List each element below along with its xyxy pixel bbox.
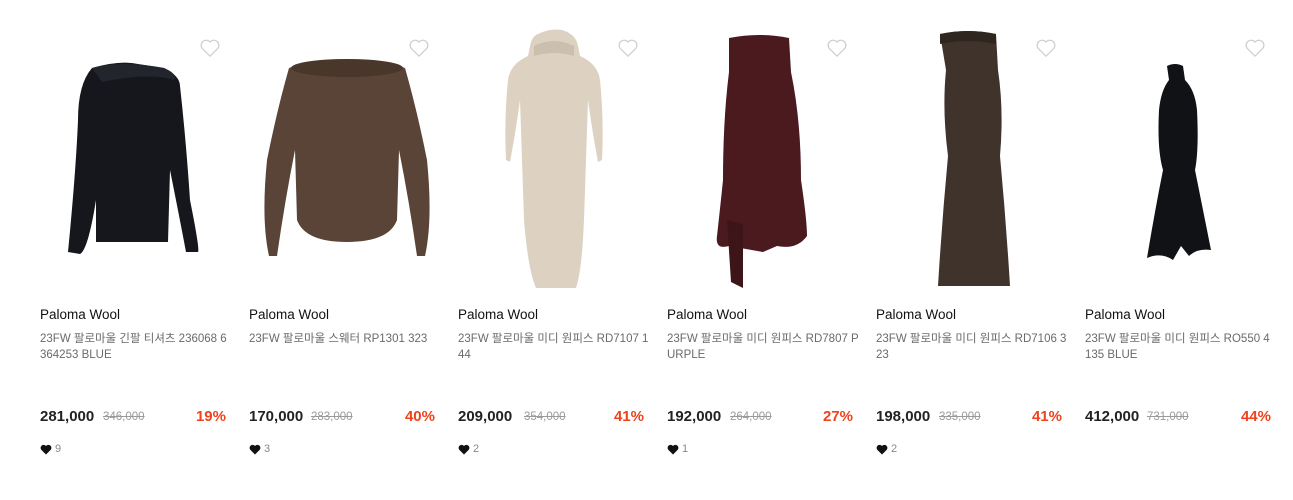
heart-filled-icon [249, 444, 261, 455]
product-card[interactable]: Paloma Wool 23FW 팔로마울 스웨터 RP1301 323 170… [249, 0, 445, 500]
sale-price: 170,000 [249, 408, 304, 425]
sale-price: 209,000 [458, 408, 513, 425]
product-name[interactable]: 23FW 팔로마울 스웨터 RP1301 323 [249, 331, 441, 347]
price-row: 192,000 264,000 27% [667, 406, 853, 428]
discount-rate: 40% [404, 408, 435, 425]
heart-outline-icon[interactable] [826, 38, 848, 58]
original-price: 731,000 [1147, 411, 1189, 423]
original-price: 354,000 [524, 411, 566, 423]
heart-outline-icon[interactable] [617, 38, 639, 58]
price-row: 209,000 354,000 41% [458, 406, 644, 428]
price-row: 281,000 346,000 19% [40, 406, 226, 428]
like-count-value: 9 [55, 443, 62, 455]
product-brand[interactable]: Paloma Wool [876, 307, 956, 322]
product-image[interactable] [458, 20, 654, 300]
sale-price: 412,000 [1085, 408, 1140, 425]
product-image[interactable] [1085, 20, 1281, 300]
original-price: 346,000 [103, 411, 145, 423]
product-brand[interactable]: Paloma Wool [249, 307, 329, 322]
product-card[interactable]: Paloma Wool 23FW 팔로마울 긴팔 티셔츠 236068 6364… [40, 0, 236, 500]
product-grid: Paloma Wool 23FW 팔로마울 긴팔 티셔츠 236068 6364… [0, 0, 1293, 500]
product-name[interactable]: 23FW 팔로마울 긴팔 티셔츠 236068 6364253 BLUE [40, 331, 232, 363]
discount-rate: 41% [1031, 408, 1062, 425]
original-price: 335,000 [939, 411, 981, 423]
price-row: 170,000 283,000 40% [249, 406, 435, 428]
discount-rate: 27% [822, 408, 853, 425]
heart-filled-icon [458, 444, 470, 455]
product-image[interactable] [876, 20, 1072, 300]
product-name[interactable]: 23FW 팔로마울 미디 원피스 RO550 4 135 BLUE [1085, 331, 1277, 363]
product-card[interactable]: Paloma Wool 23FW 팔로마울 미디 원피스 RD7107 144 … [458, 0, 654, 500]
product-card[interactable]: Paloma Wool 23FW 팔로마울 미디 원피스 RO550 4 135… [1085, 0, 1281, 500]
price-row: 412,000 731,000 44% [1085, 406, 1271, 428]
product-card[interactable]: Paloma Wool 23FW 팔로마울 미디 원피스 RD7106 323 … [876, 0, 1072, 500]
like-count-value: 2 [891, 443, 898, 455]
sale-price: 198,000 [876, 408, 931, 425]
product-name[interactable]: 23FW 팔로마울 미디 원피스 RD7106 323 [876, 331, 1068, 363]
heart-filled-icon [876, 444, 888, 455]
price-row: 198,000 335,000 41% [876, 406, 1062, 428]
heart-outline-icon[interactable] [1244, 38, 1266, 58]
product-brand[interactable]: Paloma Wool [1085, 307, 1165, 322]
original-price: 283,000 [311, 411, 353, 423]
product-brand[interactable]: Paloma Wool [40, 307, 120, 322]
heart-outline-icon[interactable] [408, 38, 430, 58]
like-count-value: 3 [264, 443, 271, 455]
discount-rate: 41% [613, 408, 644, 425]
heart-filled-icon [667, 444, 679, 455]
product-brand[interactable]: Paloma Wool [458, 307, 538, 322]
sale-price: 192,000 [667, 408, 722, 425]
discount-rate: 19% [195, 408, 226, 425]
product-brand[interactable]: Paloma Wool [667, 307, 747, 322]
heart-outline-icon[interactable] [199, 38, 221, 58]
heart-outline-icon[interactable] [1035, 38, 1057, 58]
product-name[interactable]: 23FW 팔로마울 미디 원피스 RD7807 PURPLE [667, 331, 859, 363]
product-image[interactable] [667, 20, 863, 300]
original-price: 264,000 [730, 411, 772, 423]
sale-price: 281,000 [40, 408, 95, 425]
discount-rate: 44% [1240, 408, 1271, 425]
like-count-value: 1 [682, 443, 689, 455]
heart-filled-icon [40, 444, 52, 455]
like-count-value: 2 [473, 443, 480, 455]
product-image[interactable] [40, 20, 236, 300]
product-name[interactable]: 23FW 팔로마울 미디 원피스 RD7107 144 [458, 331, 650, 363]
product-image[interactable] [249, 20, 445, 300]
product-card[interactable]: Paloma Wool 23FW 팔로마울 미디 원피스 RD7807 PURP… [667, 0, 863, 500]
